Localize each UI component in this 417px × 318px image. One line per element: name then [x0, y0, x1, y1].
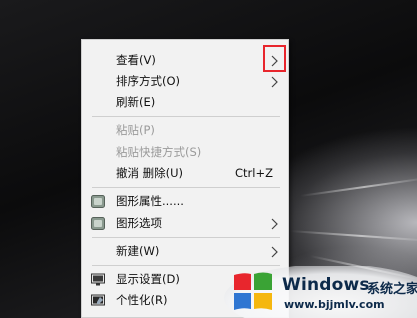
light-streak: [299, 176, 417, 197]
menu-item-sort-by[interactable]: 排序方式(O): [82, 71, 288, 92]
menu-separator: [92, 116, 280, 117]
menu-item-label: 粘贴(P): [116, 123, 155, 137]
menu-separator: [92, 237, 280, 238]
windows-logo-icon: [234, 272, 272, 310]
menu-item-graphics-properties[interactable]: 图形属性......: [82, 191, 288, 212]
highlight-annotation-box: [263, 45, 286, 72]
watermark-site-name: 系统之家: [367, 282, 417, 297]
menu-item-label: 粘贴快捷方式(S): [116, 145, 202, 159]
menu-item-paste-shortcut[interactable]: 粘贴快捷方式(S): [82, 142, 288, 163]
menu-item-label: 新建(W): [116, 244, 160, 258]
menu-item-label: 图形选项: [116, 216, 162, 230]
chevron-right-icon: [271, 76, 278, 88]
menu-item-label: 图形属性......: [116, 194, 184, 208]
menu-item-label: 个性化(R): [116, 293, 168, 307]
menu-item-label: 查看(V): [116, 53, 156, 67]
menu-separator: [92, 187, 280, 188]
chevron-right-icon: [271, 218, 278, 230]
menu-item-shortcut: Ctrl+Z: [235, 166, 273, 180]
chevron-right-icon: [271, 246, 278, 258]
menu-item-undo-delete[interactable]: 撤消 删除(U) Ctrl+Z: [82, 163, 288, 184]
menu-item-refresh[interactable]: 刷新(E): [82, 92, 288, 113]
light-streak: [289, 230, 417, 242]
graphics-options-icon: [91, 217, 105, 230]
menu-item-label: 排序方式(O): [116, 74, 181, 88]
personalize-icon: [91, 294, 105, 306]
watermark-url: www.bjjmlv.com: [284, 298, 385, 311]
menu-item-paste[interactable]: 粘贴(P): [82, 120, 288, 141]
menu-item-graphics-options[interactable]: 图形选项: [82, 213, 288, 234]
menu-item-label: 刷新(E): [116, 95, 156, 109]
display-settings-icon: [91, 273, 105, 286]
graphics-properties-icon: [91, 195, 105, 208]
menu-item-new[interactable]: 新建(W): [82, 241, 288, 262]
watermark: Windows 系统之家 www.bjjmlv.com: [222, 266, 417, 318]
menu-item-label: 撤消 删除(U): [116, 166, 184, 180]
watermark-brand: Windows: [282, 275, 370, 295]
menu-item-view[interactable]: 查看(V): [82, 50, 288, 71]
menu-item-label: 显示设置(D): [116, 272, 180, 286]
